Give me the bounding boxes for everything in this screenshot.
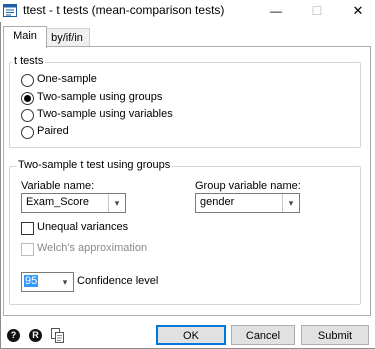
confidence-level-label: Confidence level — [77, 275, 159, 287]
cancel-button[interactable]: Cancel — [231, 325, 295, 345]
maximize-button[interactable]: ☐ — [297, 0, 337, 22]
variable-name-combo[interactable]: Exam_Score ▾ — [21, 193, 126, 213]
copy-command-icon[interactable] — [51, 328, 64, 343]
chevron-down-icon[interactable]: ▾ — [282, 194, 299, 212]
tab-main[interactable]: Main — [3, 26, 47, 48]
radio-one-sample[interactable] — [21, 74, 34, 87]
radio-paired-label: Paired — [37, 125, 69, 137]
radio-paired[interactable] — [21, 126, 34, 139]
welch-approximation-label: Welch's approximation — [37, 242, 148, 254]
variable-name-value: Exam_Score — [26, 196, 89, 208]
tab-by-if-in[interactable]: by/if/in — [45, 28, 90, 47]
help-icon[interactable]: ? — [7, 329, 20, 342]
group-variable-value: gender — [200, 196, 235, 208]
radio-one-sample-label: One-sample — [37, 73, 97, 85]
chevron-down-icon[interactable]: ▾ — [108, 194, 125, 212]
radio-two-sample-variables[interactable] — [21, 109, 34, 122]
confidence-level-combo[interactable]: 95 ▾ — [21, 272, 74, 292]
group-variable-label: Group variable name: — [195, 180, 301, 192]
ttests-legend: t tests — [12, 55, 46, 67]
welch-approximation-checkbox[interactable] — [21, 243, 34, 256]
confidence-level-value: 95 — [24, 275, 39, 287]
two-sample-groups-legend: Two-sample t test using groups — [16, 159, 173, 171]
radio-two-sample-groups[interactable] — [21, 92, 34, 105]
title-bar: ttest - t tests (mean-comparison tests) … — [0, 0, 375, 22]
close-button[interactable]: ✕ — [338, 0, 375, 22]
app-icon — [3, 4, 17, 17]
chevron-down-icon[interactable]: ▾ — [57, 273, 73, 291]
unequal-variances-checkbox[interactable] — [21, 222, 34, 235]
unequal-variances-label: Unequal variances — [37, 221, 129, 233]
variable-name-label: Variable name: — [21, 180, 95, 192]
radio-two-sample-variables-label: Two-sample using variables — [37, 108, 173, 120]
window-title: ttest - t tests (mean-comparison tests) — [23, 3, 225, 17]
ok-button[interactable]: OK — [156, 325, 226, 345]
group-variable-combo[interactable]: gender ▾ — [195, 193, 300, 213]
submit-button[interactable]: Submit — [301, 325, 369, 345]
minimize-button[interactable]: — — [256, 0, 296, 22]
radio-two-sample-groups-label: Two-sample using groups — [37, 91, 163, 103]
reset-icon[interactable]: R — [29, 329, 42, 342]
